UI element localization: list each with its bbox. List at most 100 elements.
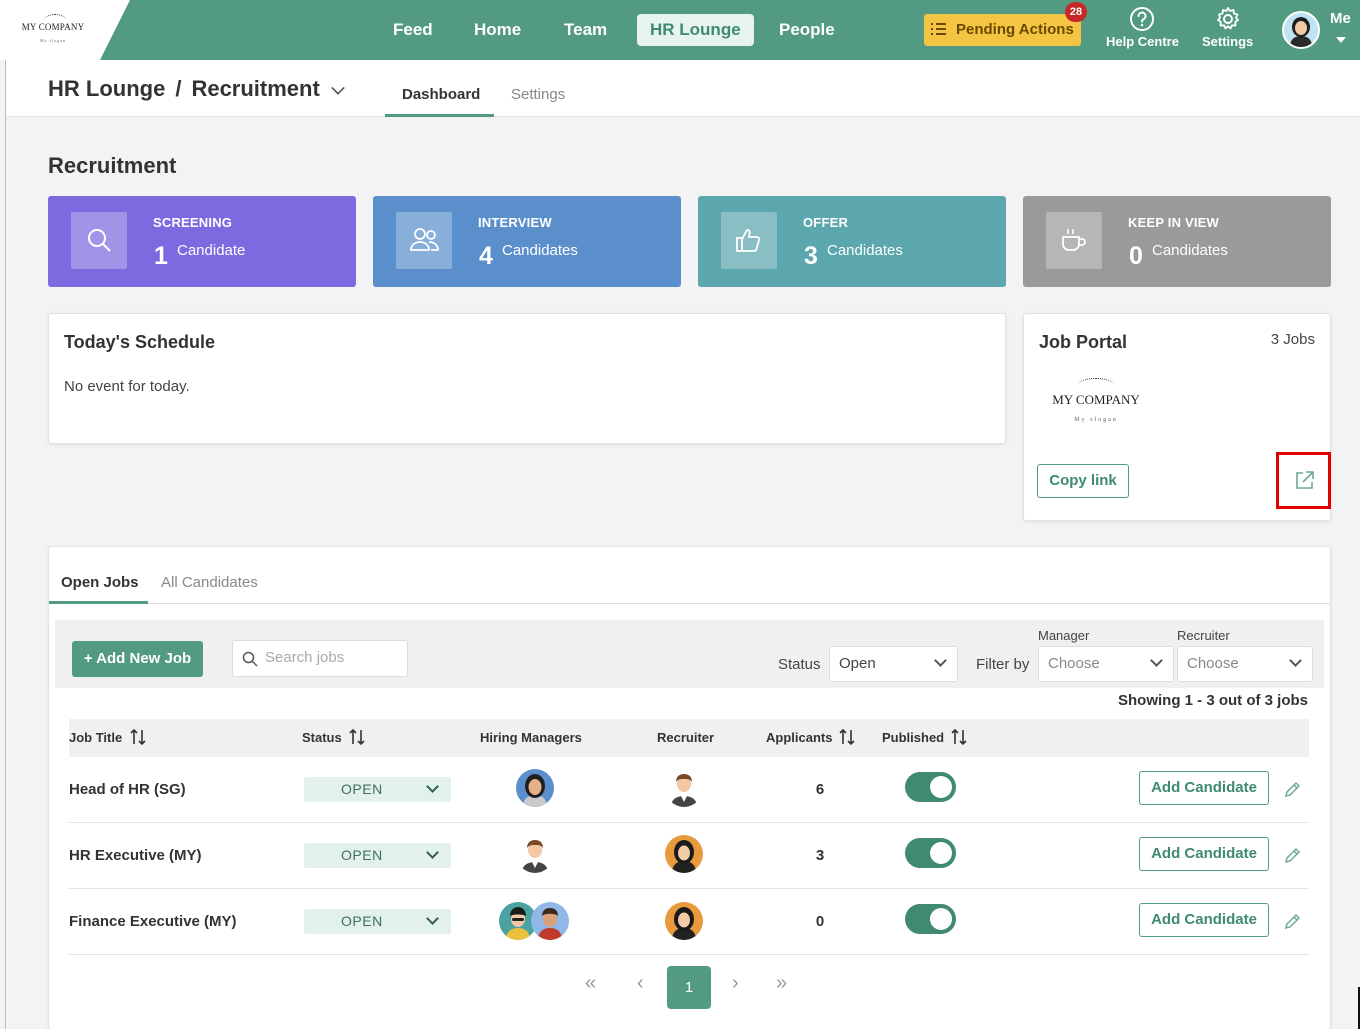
job-title[interactable]: HR Executive (MY) [69, 847, 202, 864]
tab-dashboard[interactable]: Dashboard [402, 86, 480, 103]
settings-label: Settings [1202, 34, 1254, 49]
help-centre-button[interactable]: Help Centre [1106, 6, 1179, 49]
breadcrumb-root[interactable]: HR Lounge [48, 76, 165, 101]
first-page-button[interactable]: « [585, 972, 596, 995]
nav-item-people[interactable]: People [766, 14, 848, 46]
settings-button[interactable]: Settings [1202, 6, 1253, 49]
job-count: 3 Jobs [1270, 331, 1315, 348]
stat-unit: Candidates [502, 242, 578, 259]
published-toggle[interactable] [905, 904, 956, 934]
job-status-value: OPEN [341, 847, 383, 863]
published-toggle[interactable] [905, 838, 956, 868]
status-select[interactable]: Open [829, 646, 958, 682]
chevron-down-icon [426, 846, 439, 859]
column-applicants[interactable]: Applicants [766, 730, 832, 745]
left-border [5, 60, 6, 1029]
me-label[interactable]: Me [1330, 10, 1351, 27]
nav-item-hr-lounge[interactable]: HR Lounge [637, 14, 754, 46]
applicants-count: 6 [815, 781, 825, 798]
breadcrumb: HR Lounge / Recruitment [48, 76, 320, 102]
manager-select[interactable]: Choose [1038, 646, 1174, 682]
chevron-down-icon [1289, 654, 1302, 667]
add-candidate-button[interactable]: Add Candidate [1139, 903, 1269, 937]
add-candidate-button[interactable]: Add Candidate [1139, 771, 1269, 805]
job-status-select[interactable]: OPEN [304, 777, 451, 802]
published-toggle[interactable] [905, 772, 956, 802]
stat-card-interview[interactable]: INTERVIEW 4 Candidates [373, 196, 681, 287]
job-title[interactable]: Head of HR (SG) [69, 781, 186, 798]
edit-pencil-icon[interactable] [1284, 780, 1302, 798]
recruiter-avatar [665, 769, 703, 807]
users-icon [410, 228, 439, 251]
open-job-portal-button[interactable] [1276, 452, 1331, 509]
nav-item-team[interactable]: Team [551, 14, 620, 46]
chevron-down-icon [1150, 654, 1163, 667]
chevron-down-icon [426, 912, 439, 925]
status-filter-label: Status [778, 656, 821, 673]
sort-icon[interactable] [348, 728, 366, 746]
last-page-button[interactable]: » [776, 972, 787, 995]
prev-page-button[interactable]: ‹ [637, 972, 644, 995]
active-tab-indicator [385, 114, 494, 117]
stat-count: 0 [1129, 242, 1143, 270]
hiring-manager-avatar [531, 902, 569, 940]
search-icon [242, 651, 258, 667]
status-select-value: Open [839, 655, 876, 672]
recruiter-filter-label: Recruiter [1177, 628, 1230, 643]
tab-settings[interactable]: Settings [511, 86, 565, 103]
tab-open-jobs[interactable]: Open Jobs [61, 574, 139, 591]
manager-select-value: Choose [1048, 655, 1100, 672]
external-link-icon [1296, 471, 1314, 489]
stat-card-screening[interactable]: SCREENING 1 Candidate [48, 196, 356, 287]
page-button-current[interactable]: 1 [667, 966, 711, 1009]
job-status-select[interactable]: OPEN [304, 909, 451, 934]
chevron-down-icon[interactable] [1336, 37, 1346, 43]
filter-by-label: Filter by [976, 656, 1030, 673]
nav-item-feed[interactable]: Feed [380, 14, 446, 46]
stat-unit: Candidates [827, 242, 903, 259]
schedule-panel: Today's Schedule No event for today. [48, 313, 1006, 444]
edit-pencil-icon[interactable] [1284, 912, 1302, 930]
showing-count: Showing 1 - 3 out of 3 jobs [1118, 692, 1308, 709]
chevron-down-icon[interactable] [331, 81, 345, 95]
nav-item-home[interactable]: Home [461, 14, 534, 46]
applicants-count: 3 [815, 847, 825, 864]
pending-actions-button[interactable]: Pending Actions [924, 14, 1081, 46]
tab-all-candidates[interactable]: All Candidates [161, 574, 258, 591]
job-title[interactable]: Finance Executive (MY) [69, 913, 237, 930]
job-status-value: OPEN [341, 913, 383, 929]
sub-header: HR Lounge / Recruitment Dashboard Settings [6, 60, 1360, 117]
stat-unit: Candidates [1152, 242, 1228, 259]
user-avatar[interactable] [1282, 11, 1320, 49]
tab-divider [49, 603, 1331, 604]
search-jobs-box[interactable] [232, 640, 408, 677]
stat-card-offer[interactable]: OFFER 3 Candidates [698, 196, 1006, 287]
logo-slogan: My slogan [40, 38, 66, 43]
schedule-empty-text: No event for today. [64, 378, 190, 395]
pending-actions-label: Pending Actions [956, 21, 1074, 38]
checklist-icon [931, 23, 946, 36]
help-centre-label: Help Centre [1106, 34, 1179, 49]
manager-filter-label: Manager [1038, 628, 1090, 643]
stat-label: KEEP IN VIEW [1128, 215, 1220, 230]
add-candidate-button[interactable]: Add Candidate [1139, 837, 1269, 871]
sort-icon[interactable] [129, 728, 147, 746]
gear-icon [1216, 7, 1239, 30]
edit-pencil-icon[interactable] [1284, 846, 1302, 864]
copy-link-button[interactable]: Copy link [1037, 464, 1129, 498]
add-new-job-button[interactable]: + Add New Job [72, 641, 203, 677]
sort-icon[interactable] [950, 728, 968, 746]
column-job-title[interactable]: Job Title [69, 730, 122, 745]
column-published[interactable]: Published [882, 730, 944, 745]
search-jobs-input[interactable] [265, 649, 400, 666]
job-status-select[interactable]: OPEN [304, 843, 451, 868]
company-logo[interactable]: MY COMPANY My slogan [10, 8, 96, 52]
next-page-button[interactable]: › [732, 972, 739, 995]
recruiter-select[interactable]: Choose [1177, 646, 1313, 682]
recruiter-select-value: Choose [1187, 655, 1239, 672]
row-divider [69, 888, 1309, 889]
stat-card-keep-in-view[interactable]: KEEP IN VIEW 0 Candidates [1023, 196, 1331, 287]
sort-icon[interactable] [838, 728, 856, 746]
recruiter-avatar [665, 902, 703, 940]
column-status[interactable]: Status [302, 730, 342, 745]
